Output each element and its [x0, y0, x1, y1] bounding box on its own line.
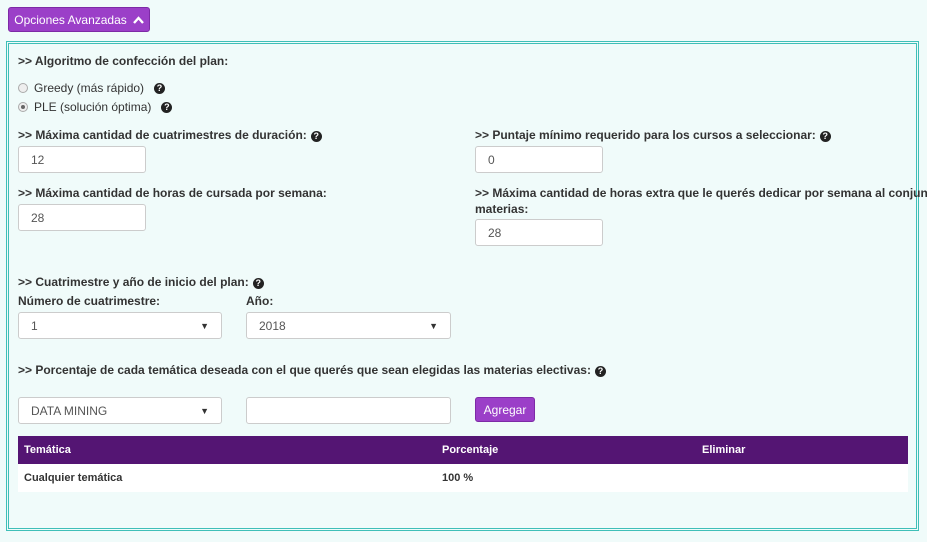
- chevron-down-icon: ▼: [429, 320, 438, 331]
- radio-option-greedy[interactable]: Greedy (más rápido) ?: [18, 81, 166, 95]
- extra-hours-input[interactable]: 28: [475, 219, 603, 246]
- advanced-options-label: Opciones Avanzadas: [14, 12, 127, 27]
- chevron-up-icon: [132, 15, 144, 24]
- radio-option-ple[interactable]: PLE (solución óptima) ?: [18, 100, 173, 114]
- extra-hours-label-line2: materias:: [475, 202, 529, 216]
- thematic-select-value: DATA MINING: [31, 403, 108, 418]
- help-icon[interactable]: ?: [819, 131, 831, 142]
- help-icon[interactable]: ?: [154, 82, 166, 94]
- max-quarters-label-text: >> Máxima cantidad de cuatrimestres de d…: [18, 128, 307, 142]
- year-select-value: 2018: [259, 318, 286, 333]
- radio-greedy-label: Greedy (más rápido): [34, 81, 145, 95]
- column-header-tematica: Temática: [24, 444, 71, 456]
- chevron-down-icon: ▼: [200, 320, 209, 331]
- quarter-select-value: 1: [31, 318, 38, 333]
- thematic-label-text: >> Porcentaje de cada temática deseada c…: [18, 363, 591, 377]
- add-thematic-button[interactable]: Agregar: [475, 397, 535, 422]
- thematic-label: >> Porcentaje de cada temática deseada c…: [18, 363, 606, 377]
- chevron-down-icon: ▼: [200, 405, 209, 416]
- start-label-text: >> Cuatrimestre y año de inicio del plan…: [18, 275, 249, 289]
- radio-ple[interactable]: [18, 102, 28, 112]
- quarter-number-label: Número de cuatrimestre:: [18, 294, 161, 308]
- help-icon[interactable]: ?: [252, 278, 264, 289]
- cell-porcentaje: 100 %: [442, 472, 474, 484]
- table-header: Temática Porcentaje Eliminar: [18, 436, 908, 464]
- advanced-options-panel: >> Algoritmo de confección del plan: Gre…: [6, 41, 927, 531]
- max-hours-label: >> Máxima cantidad de horas de cursada p…: [18, 186, 327, 200]
- advanced-options-toggle-button[interactable]: Opciones Avanzadas: [8, 7, 150, 32]
- min-score-input[interactable]: 0: [475, 146, 603, 173]
- help-icon[interactable]: ?: [310, 131, 322, 142]
- max-hours-input[interactable]: 28: [18, 204, 146, 231]
- quarter-select[interactable]: 1 ▼: [18, 312, 222, 339]
- cell-tematica: Cualquier temática: [24, 472, 123, 484]
- radio-ple-label: PLE (solución óptima): [34, 100, 152, 114]
- help-icon[interactable]: ?: [161, 101, 173, 113]
- year-label: Año:: [246, 294, 274, 308]
- column-header-porcentaje: Porcentaje: [442, 444, 499, 456]
- algorithm-label: >> Algoritmo de confección del plan:: [18, 54, 229, 68]
- start-label: >> Cuatrimestre y año de inicio del plan…: [18, 275, 264, 289]
- table-row: Cualquier temática 100 %: [18, 464, 908, 492]
- min-score-label-text: >> Puntaje mínimo requerido para los cur…: [475, 128, 816, 142]
- max-quarters-label: >> Máxima cantidad de cuatrimestres de d…: [18, 128, 322, 142]
- thematic-select[interactable]: DATA MINING ▼: [18, 397, 222, 424]
- min-score-label: >> Puntaje mínimo requerido para los cur…: [475, 128, 831, 142]
- extra-hours-label-line1: >> Máxima cantidad de horas extra que le…: [475, 186, 927, 200]
- help-icon[interactable]: ?: [594, 366, 606, 377]
- year-select[interactable]: 2018 ▼: [246, 312, 451, 339]
- radio-greedy[interactable]: [18, 83, 28, 93]
- max-quarters-input[interactable]: 12: [18, 146, 146, 173]
- column-header-eliminar: Eliminar: [702, 444, 746, 456]
- thematic-percent-input[interactable]: [246, 397, 451, 424]
